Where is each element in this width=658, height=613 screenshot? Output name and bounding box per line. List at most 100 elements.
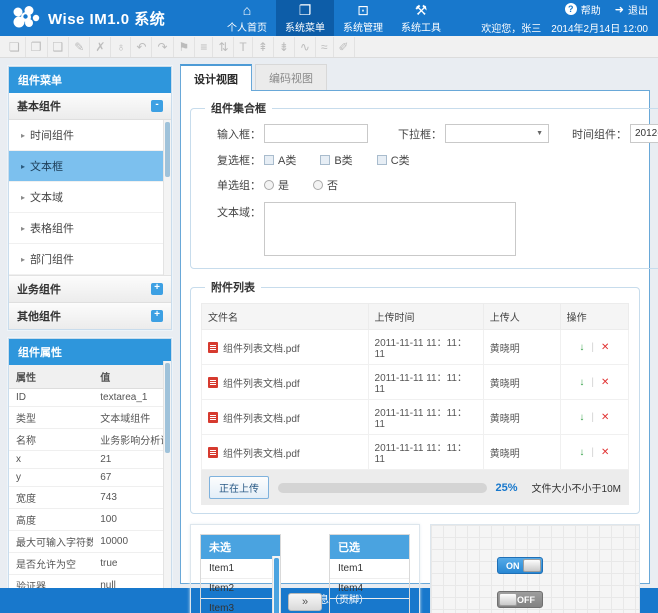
checkbox-icon[interactable]	[377, 155, 387, 165]
nav-item-system-tools[interactable]: ⚒ 系统工具	[392, 0, 450, 36]
checkbox-icon[interactable]	[320, 155, 330, 165]
welcome-text: 欢迎您，张三	[481, 20, 541, 35]
dropdown-select[interactable]: ▼	[445, 124, 549, 143]
list-item[interactable]: Item1	[330, 559, 409, 579]
menu-scrollbar[interactable]	[163, 120, 171, 275]
text-icon[interactable]: T	[234, 37, 252, 57]
save-icon[interactable]: ❑	[48, 37, 70, 57]
nav-item-system-manage[interactable]: ⊡ 系统管理	[334, 0, 392, 36]
download-icon[interactable]: ↓	[579, 447, 584, 458]
component-menu-panel: 组件菜单 基本组件 - ▸ 时间组件 ▸ 文本框 ▸ 文本域	[8, 66, 172, 330]
prop-attr: y	[9, 469, 93, 487]
redo-icon[interactable]: ↷	[152, 37, 173, 57]
section-basic-components[interactable]: 基本组件 -	[9, 93, 171, 120]
prop-attr: 名称	[9, 429, 93, 451]
nav-item-system-menu[interactable]: ❐ 系统菜单	[276, 0, 334, 36]
menu-item-textarea[interactable]: ▸ 文本域	[9, 182, 171, 213]
help-link[interactable]: ? 帮助	[565, 2, 601, 17]
attachments-table: 文件名 上传时间 上传人 操作 组件列表文档.pdf 2011-11-11 11…	[201, 303, 629, 470]
checkbox-icon[interactable]	[264, 155, 274, 165]
nav-item-home[interactable]: ⌂ 个人首页	[218, 0, 276, 36]
selected-list: 已选 Item1 Item4	[329, 534, 410, 613]
scrollbar-thumb[interactable]	[165, 122, 170, 177]
radio-group-label: 单选组：	[201, 177, 261, 193]
delete-icon[interactable]: ✕	[601, 447, 609, 458]
list-item[interactable]: Item1	[201, 559, 280, 579]
prop-value: 业务影响分析说明	[93, 429, 171, 451]
pulse-icon[interactable]: ≈	[316, 37, 334, 57]
download-icon[interactable]: ↓	[579, 377, 584, 388]
scrollbar-thumb[interactable]	[274, 558, 279, 613]
file-name[interactable]: 组件列表文档.pdf	[223, 445, 300, 460]
upload-time: 2011-11-11 11：11：11	[368, 435, 483, 470]
pen-icon[interactable]: ✐	[334, 37, 355, 57]
component-list: ▸ 时间组件 ▸ 文本框 ▸ 文本域 ▸ 表格组件 ▸ 部门组件	[9, 120, 171, 276]
radio-icon[interactable]	[313, 180, 323, 190]
toggle-knob[interactable]	[499, 593, 517, 606]
caret-icon: ▸	[21, 255, 25, 264]
list-item[interactable]: Item3	[201, 599, 280, 613]
prop-attr: 宽度	[9, 487, 93, 509]
scrollbar-thumb[interactable]	[165, 363, 170, 453]
text-input[interactable]	[264, 124, 368, 143]
checkbox-class-a[interactable]: A类	[264, 152, 296, 168]
align-icon[interactable]: ≡	[195, 37, 213, 57]
publish-icon[interactable]: ♁	[111, 37, 131, 57]
delete-icon[interactable]: ✕	[601, 412, 609, 423]
textarea-field[interactable]	[264, 202, 516, 256]
export-icon[interactable]: ⇟	[274, 37, 295, 57]
collapse-icon[interactable]: -	[151, 100, 163, 112]
file-name[interactable]: 组件列表文档.pdf	[223, 410, 300, 425]
section-label: 基本组件	[17, 98, 61, 114]
section-business-components[interactable]: 业务组件 +	[9, 276, 171, 303]
section-other-components[interactable]: 其他组件 +	[9, 303, 171, 329]
open-folder-icon[interactable]: ❐	[26, 37, 48, 57]
caret-icon: ▸	[21, 193, 25, 202]
import-icon[interactable]: ⇞	[253, 37, 274, 57]
flag-icon[interactable]: ⚑	[174, 37, 196, 57]
download-icon[interactable]: ↓	[579, 342, 584, 353]
tab-code-view[interactable]: 编码视图	[255, 64, 327, 90]
file-name[interactable]: 组件列表文档.pdf	[223, 340, 300, 355]
top-right-area: ? 帮助 ➜ 退出 欢迎您，张三 2014年2月14日 12:00	[481, 0, 658, 36]
delete-icon[interactable]: ✕	[601, 377, 609, 388]
menu-item-department-component[interactable]: ▸ 部门组件	[9, 244, 171, 275]
menu-item-table-component[interactable]: ▸ 表格组件	[9, 213, 171, 244]
radio-no[interactable]: 否	[313, 177, 338, 193]
undo-icon[interactable]: ↶	[131, 37, 152, 57]
menu-item-time-component[interactable]: ▸ 时间组件	[9, 120, 171, 151]
radio-yes[interactable]: 是	[264, 177, 289, 193]
logout-link[interactable]: ➜ 退出	[615, 2, 648, 17]
checkbox-class-c[interactable]: C类	[377, 152, 410, 168]
wave-icon[interactable]: ∿	[295, 37, 316, 57]
toggle-on-switch[interactable]: ON	[497, 557, 543, 574]
uploading-button[interactable]: 正在上传	[209, 476, 269, 499]
delete-icon[interactable]: ✕	[601, 342, 609, 353]
list-item[interactable]: Item2	[201, 579, 280, 599]
table-row: 高度100	[9, 509, 171, 531]
delete-icon[interactable]: ✗	[90, 37, 111, 57]
dual-list-box: 未选 Item1 Item2 Item3 Item4 Item5 Item6 I…	[190, 524, 420, 613]
toggle-knob[interactable]	[523, 559, 541, 572]
expand-icon[interactable]: +	[151, 283, 163, 295]
checkbox-class-b[interactable]: B类	[320, 152, 352, 168]
props-scrollbar[interactable]	[163, 361, 171, 613]
new-file-icon[interactable]: ❏	[4, 37, 26, 57]
list-item[interactable]: Item4	[330, 579, 409, 599]
download-icon[interactable]: ↓	[579, 412, 584, 423]
application-window: Wise IM1.0 系统 ⌂ 个人首页 ❐ 系统菜单 ⊡ 系统管理 ⚒ 系统工…	[0, 0, 658, 613]
menu-item-textbox[interactable]: ▸ 文本框	[9, 151, 171, 182]
edit-icon[interactable]: ✎	[69, 37, 90, 57]
sort-icon[interactable]: ⇅	[213, 37, 234, 57]
file-name[interactable]: 组件列表文档.pdf	[223, 375, 300, 390]
date-input[interactable]: 2012-07-01	[630, 124, 658, 143]
tab-design-view[interactable]: 设计视图	[180, 64, 252, 91]
toggle-off-switch[interactable]: OFF	[497, 591, 543, 608]
col-upload-time: 上传时间	[368, 304, 483, 330]
action-separator: |	[591, 412, 594, 423]
move-right-button[interactable]: »	[288, 593, 322, 611]
list-scrollbar[interactable]	[272, 556, 280, 613]
radio-icon[interactable]	[264, 180, 274, 190]
prop-attr: 高度	[9, 509, 93, 531]
expand-icon[interactable]: +	[151, 310, 163, 322]
